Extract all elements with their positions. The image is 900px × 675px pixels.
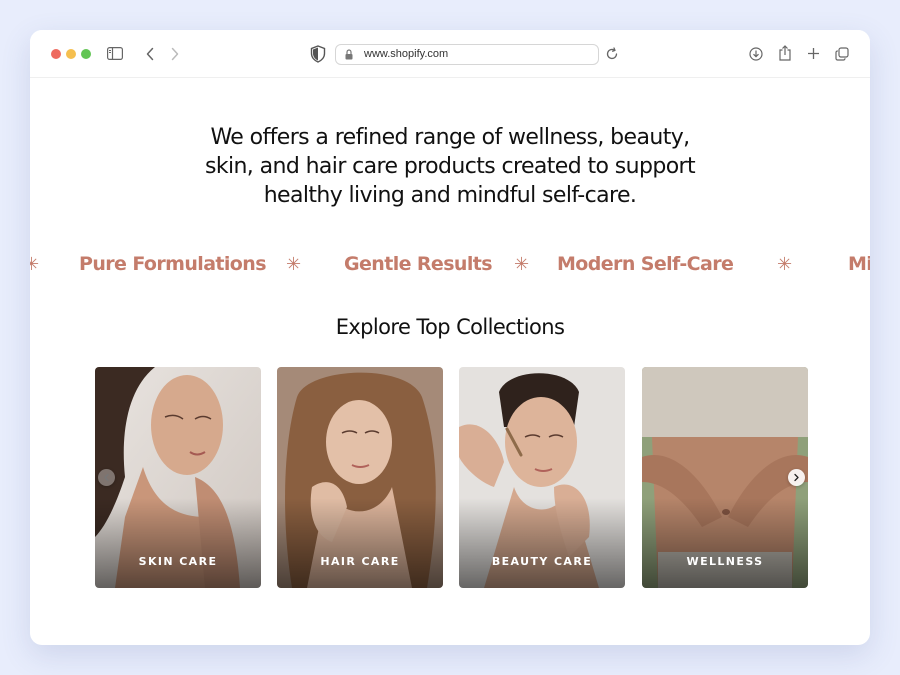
tab-overview-icon[interactable] [835, 47, 849, 61]
carousel-prev-button[interactable] [98, 469, 115, 486]
browser-window: www.shopify.com We offers a refined rang… [30, 30, 870, 645]
address-bar[interactable]: www.shopify.com [335, 44, 599, 65]
collection-card-wellness[interactable]: WELLNESS [642, 367, 808, 588]
card-overlay [95, 498, 261, 588]
close-window-button[interactable] [51, 49, 61, 59]
card-overlay [459, 498, 625, 588]
download-icon[interactable] [749, 47, 763, 61]
share-icon[interactable] [778, 45, 792, 61]
asterisk-icon: ✳ [30, 254, 40, 274]
new-tab-icon[interactable] [807, 47, 820, 60]
card-overlay [642, 498, 808, 588]
privacy-shield-icon[interactable] [310, 45, 326, 63]
minimize-window-button[interactable] [66, 49, 76, 59]
card-overlay [277, 498, 443, 588]
marquee-item: Pure Formulations [79, 253, 267, 275]
hero-line: skin, and hair care products created to … [204, 154, 696, 179]
hero-line: We offers a refined range of wellness, b… [210, 125, 690, 150]
reload-icon[interactable] [605, 47, 619, 61]
forward-icon[interactable] [170, 47, 180, 61]
marquee-item: Gentle Results [344, 253, 493, 275]
marquee-item: Mi [848, 253, 870, 275]
marquee-item: Modern Self-Care [557, 253, 734, 275]
chevron-right-icon [794, 473, 799, 482]
back-icon[interactable] [145, 47, 155, 61]
collection-card-skin-care[interactable]: SKIN CARE [95, 367, 261, 588]
card-label: WELLNESS [686, 555, 764, 568]
collections-title: Explore Top Collections [335, 315, 565, 339]
page-content: We offers a refined range of wellness, b… [30, 79, 870, 645]
carousel-next-button[interactable] [788, 469, 805, 486]
card-label: SKIN CARE [138, 555, 218, 568]
card-label: BEAUTY CARE [491, 555, 593, 568]
benefits-marquee: ✳ Pure Formulations ✳ Gentle Results ✳ M… [30, 249, 870, 279]
hero-text: We offers a refined range of wellness, b… [180, 123, 720, 210]
browser-toolbar: www.shopify.com [30, 30, 870, 78]
asterisk-icon: ✳ [286, 254, 302, 274]
url-text: www.shopify.com [364, 48, 449, 60]
chevron-left-icon [104, 473, 109, 482]
asterisk-icon: ✳ [777, 254, 793, 274]
maximize-window-button[interactable] [81, 49, 91, 59]
lock-icon [345, 49, 353, 60]
sidebar-toggle-icon[interactable] [107, 47, 123, 60]
asterisk-icon: ✳ [514, 254, 530, 274]
card-label: HAIR CARE [320, 555, 400, 568]
collection-card-beauty-care[interactable]: BEAUTY CARE [459, 367, 625, 588]
collection-card-hair-care[interactable]: HAIR CARE [277, 367, 443, 588]
hero-line: healthy living and mindful self-care. [263, 183, 637, 208]
